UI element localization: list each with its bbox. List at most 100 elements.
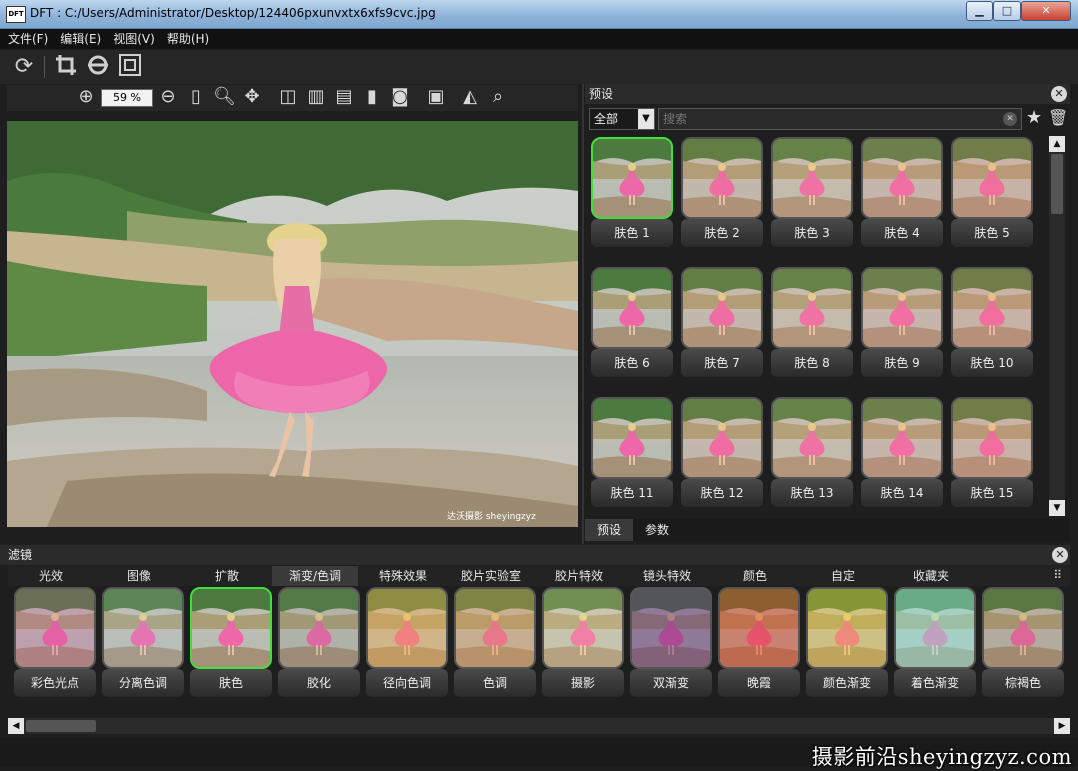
preset-label[interactable]: 肤色 6 xyxy=(591,349,673,377)
pan-icon[interactable]: ✥ xyxy=(241,86,263,108)
filter-thumbnail[interactable] xyxy=(366,587,448,669)
filter-item[interactable]: 肤色 xyxy=(190,587,276,712)
preset-item[interactable]: 肤色 6 xyxy=(591,267,673,387)
favorite-star-icon[interactable]: ★ xyxy=(1026,108,1042,128)
preset-label[interactable]: 肤色 11 xyxy=(591,479,673,507)
preset-item[interactable]: 肤色 13 xyxy=(771,397,853,515)
preset-thumbnail[interactable] xyxy=(861,267,943,349)
preset-label[interactable]: 肤色 1 xyxy=(591,219,673,247)
preset-label[interactable]: 肤色 10 xyxy=(951,349,1033,377)
filter-label[interactable]: 着色渐变 xyxy=(894,669,976,697)
preset-thumbnail[interactable] xyxy=(591,397,673,479)
filter-label[interactable]: 双渐变 xyxy=(630,669,712,697)
preset-item[interactable]: 肤色 3 xyxy=(771,137,853,257)
preset-thumbnail[interactable] xyxy=(591,137,673,219)
filter-item[interactable]: 彩色光点 xyxy=(14,587,100,712)
preset-label[interactable]: 肤色 9 xyxy=(861,349,943,377)
filter-item[interactable]: 分离色调 xyxy=(102,587,188,712)
preset-thumbnail[interactable] xyxy=(591,267,673,349)
filter-category-tab[interactable]: 光效 xyxy=(8,566,94,586)
filter-thumbnail[interactable] xyxy=(542,587,624,669)
filter-category-tab[interactable]: 胶片特效 xyxy=(536,566,622,586)
filter-label[interactable]: 棕褐色 xyxy=(982,669,1064,697)
preset-thumbnail[interactable] xyxy=(771,137,853,219)
scroll-thumb[interactable] xyxy=(1051,154,1063,214)
filter-thumbnail[interactable] xyxy=(454,587,536,669)
preset-label[interactable]: 肤色 8 xyxy=(771,349,853,377)
close-icon[interactable]: ✕ xyxy=(1051,86,1067,102)
filter-item[interactable]: 径向色调 xyxy=(366,587,452,712)
filter-thumbnail[interactable] xyxy=(718,587,800,669)
filter-horizontal-scrollbar[interactable]: ◀ ▶ xyxy=(8,718,1070,734)
main-photo[interactable]: 达沃摄影 sheyingzyz xyxy=(7,121,578,527)
filter-thumbnail[interactable] xyxy=(982,587,1064,669)
filter-thumbnail[interactable] xyxy=(102,587,184,669)
filter-label[interactable]: 晚霞 xyxy=(718,669,800,697)
preset-label[interactable]: 肤色 13 xyxy=(771,479,853,507)
preset-item[interactable]: 肤色 2 xyxy=(681,137,763,257)
fit-frame-icon[interactable] xyxy=(116,53,144,85)
image-view-icon[interactable]: ▣ xyxy=(425,86,447,108)
filter-label[interactable]: 胶化 xyxy=(278,669,360,697)
menu-view[interactable]: 视图(V) xyxy=(105,29,159,49)
filter-label[interactable]: 颜色渐变 xyxy=(806,669,888,697)
filter-item[interactable]: 双渐变 xyxy=(630,587,716,712)
preset-item[interactable]: 肤色 14 xyxy=(861,397,943,515)
loupe-icon[interactable]: ⌕ xyxy=(487,86,509,108)
zoom-out-icon[interactable]: ⊖ xyxy=(157,86,179,108)
filter-label[interactable]: 径向色调 xyxy=(366,669,448,697)
preset-item[interactable]: 肤色 1 xyxy=(591,137,673,257)
filter-category-tab[interactable]: 收藏夹 xyxy=(888,566,974,586)
close-button[interactable]: ✕ xyxy=(1021,1,1071,21)
preset-item[interactable]: 肤色 4 xyxy=(861,137,943,257)
histogram-icon[interactable]: ◭ xyxy=(459,86,481,108)
filter-item[interactable]: 色调 xyxy=(454,587,540,712)
preset-label[interactable]: 肤色 14 xyxy=(861,479,943,507)
filter-category-tab[interactable]: 自定 xyxy=(800,566,886,586)
scroll-right-icon[interactable]: ▶ xyxy=(1054,718,1070,734)
filter-item[interactable]: 胶化 xyxy=(278,587,364,712)
compare-horizontal-icon[interactable]: ▤ xyxy=(333,86,355,108)
minimize-button[interactable]: ▁ xyxy=(966,1,993,21)
preset-thumbnail[interactable] xyxy=(681,397,763,479)
chevron-down-icon[interactable]: ▼ xyxy=(638,109,654,129)
filter-label[interactable]: 彩色光点 xyxy=(14,669,96,697)
preset-label[interactable]: 肤色 4 xyxy=(861,219,943,247)
fit-height-icon[interactable]: ▯ xyxy=(185,86,207,108)
menu-file[interactable]: 文件(F) xyxy=(0,29,52,49)
tab-presets[interactable]: 预设 xyxy=(585,519,634,541)
preset-label[interactable]: 肤色 7 xyxy=(681,349,763,377)
preset-item[interactable]: 肤色 12 xyxy=(681,397,763,515)
filter-category-tab[interactable]: 特殊效果 xyxy=(360,566,446,586)
maximize-button[interactable]: □ xyxy=(993,1,1021,21)
preset-label[interactable]: 肤色 5 xyxy=(951,219,1033,247)
filter-label[interactable]: 分离色调 xyxy=(102,669,184,697)
search-input[interactable] xyxy=(659,109,985,129)
grid-view-icon[interactable]: ⠿ xyxy=(1053,568,1062,582)
scroll-left-icon[interactable]: ◀ xyxy=(8,718,24,734)
filter-item[interactable]: 棕褐色 xyxy=(982,587,1068,712)
filter-category-tab[interactable]: 图像 xyxy=(96,566,182,586)
filter-label[interactable]: 色调 xyxy=(454,669,536,697)
zoom-in-icon[interactable]: ⊕ xyxy=(75,86,97,108)
menu-edit[interactable]: 编辑(E) xyxy=(52,29,105,49)
preset-thumbnail[interactable] xyxy=(681,137,763,219)
filter-category-tab[interactable]: 胶片实验室 xyxy=(448,566,534,586)
preset-filter-dropdown[interactable]: 全部 ▼ xyxy=(589,108,655,130)
filter-category-tab[interactable]: 颜色 xyxy=(712,566,798,586)
preset-label[interactable]: 肤色 2 xyxy=(681,219,763,247)
filter-thumbnail[interactable] xyxy=(190,587,272,669)
crop-icon[interactable] xyxy=(52,53,80,85)
preset-vertical-scrollbar[interactable]: ▲ ▼ xyxy=(1049,136,1065,516)
rotate-icon[interactable] xyxy=(84,53,112,85)
single-view-icon[interactable]: ▮ xyxy=(361,86,383,108)
preset-label[interactable]: 肤色 3 xyxy=(771,219,853,247)
filter-category-tab[interactable]: 镜头特效 xyxy=(624,566,710,586)
split-view-icon[interactable]: ◫ xyxy=(277,86,299,108)
filter-label[interactable]: 摄影 xyxy=(542,669,624,697)
preset-label[interactable]: 肤色 12 xyxy=(681,479,763,507)
preset-thumbnail[interactable] xyxy=(771,267,853,349)
refresh-icon[interactable]: ⟳ xyxy=(10,53,38,81)
preset-item[interactable]: 肤色 5 xyxy=(951,137,1033,257)
preset-thumbnail[interactable] xyxy=(951,137,1033,219)
